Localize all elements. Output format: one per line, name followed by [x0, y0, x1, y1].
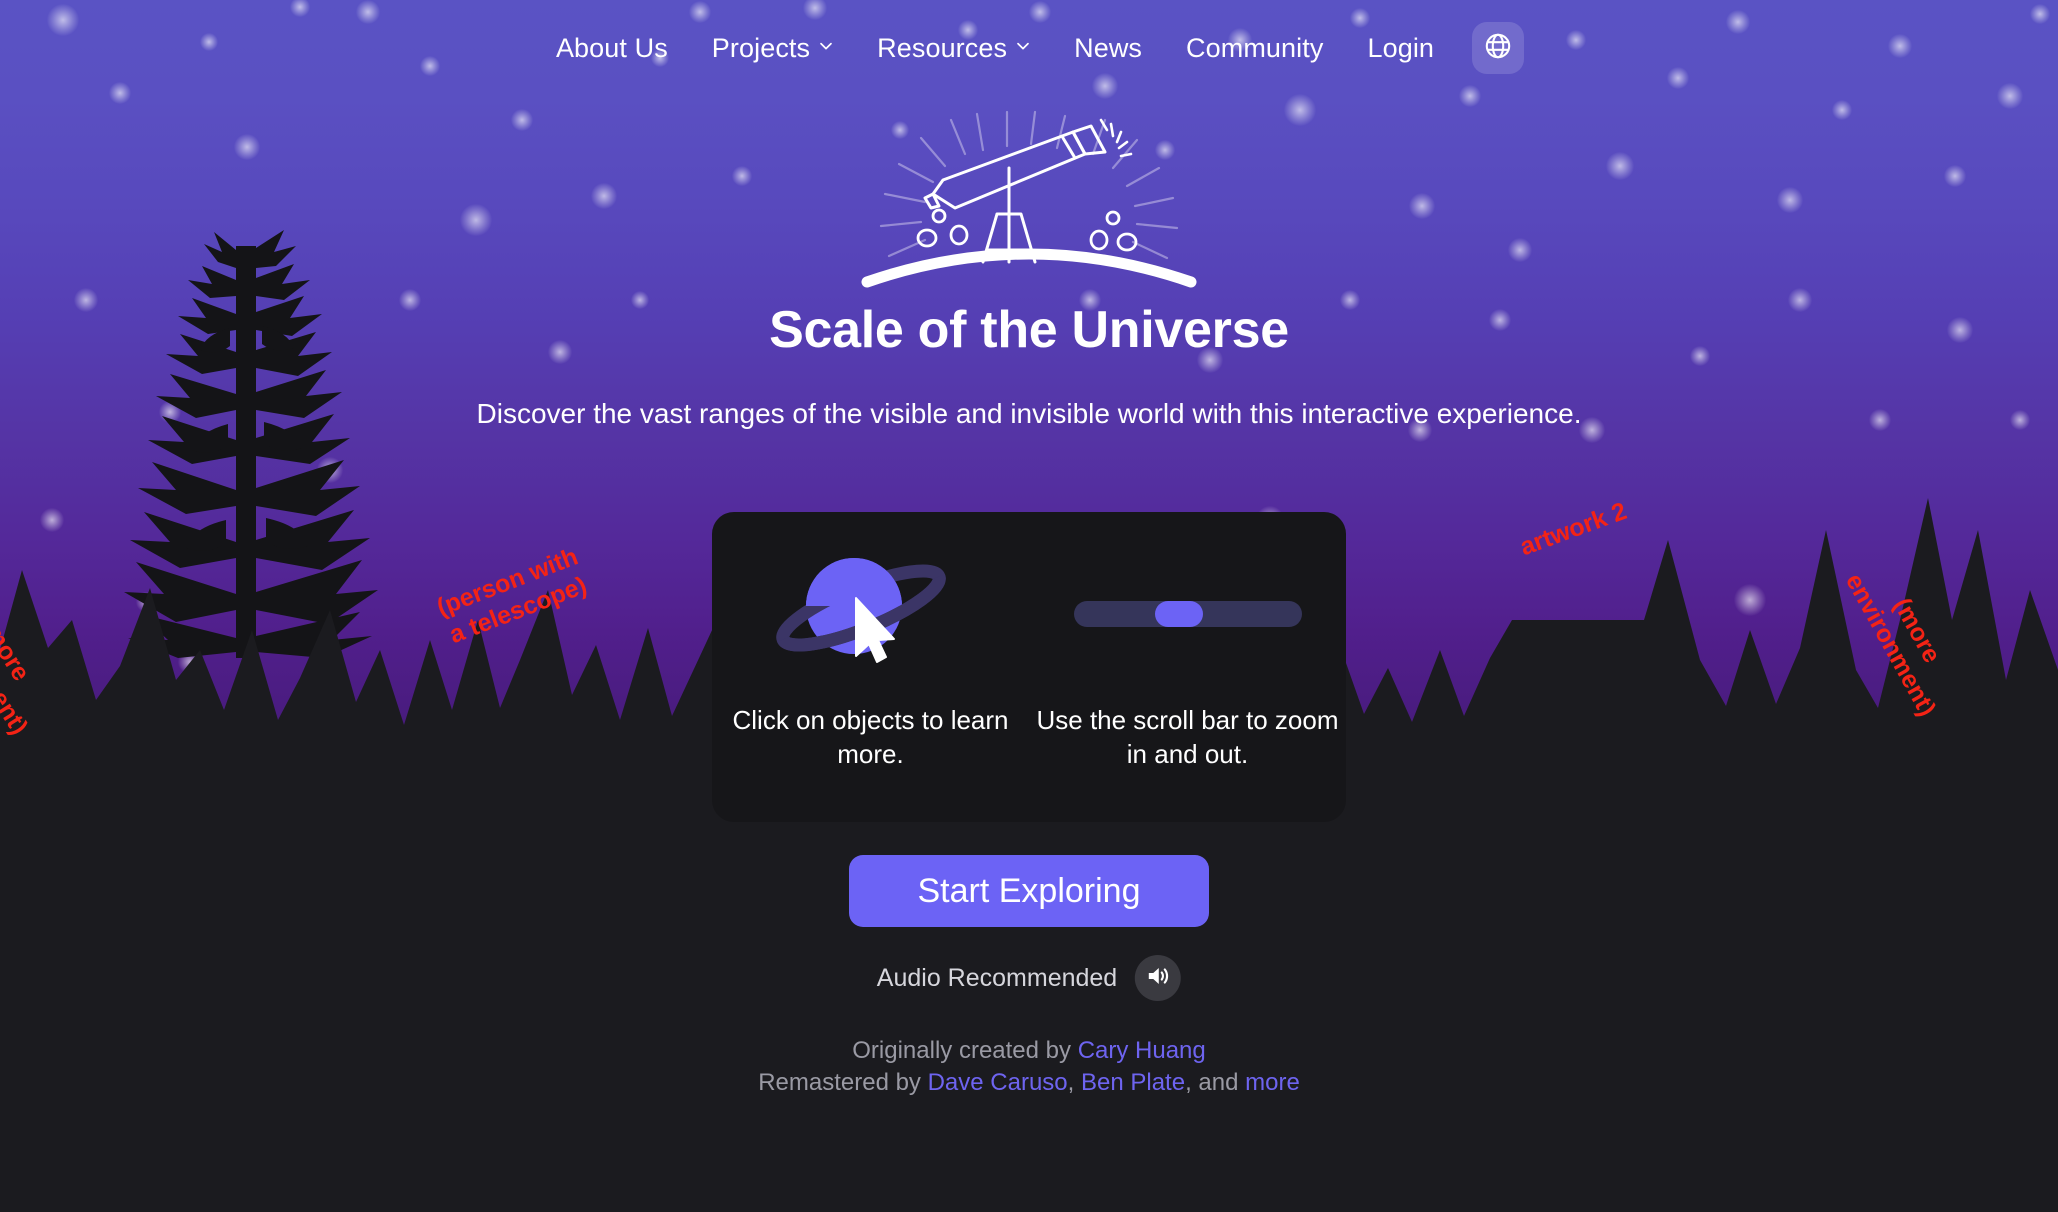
instructions-card: Click on objects to learn more. Use the …	[712, 512, 1346, 822]
chevron-down-icon	[819, 39, 833, 53]
credit-link-dave-caruso[interactable]: Dave Caruso	[928, 1069, 1068, 1096]
nav-label: Login	[1367, 32, 1435, 63]
instruction-click-objects: Click on objects to learn more.	[712, 512, 1029, 822]
instruction-label-click: Click on objects to learn more.	[732, 705, 1009, 769]
credit-link-cary-huang[interactable]: Cary Huang	[1078, 1037, 1206, 1064]
nav-label: Projects	[711, 32, 811, 63]
main-navigation: About Us Projects Resources News Communi…	[0, 0, 2058, 96]
credits-sep-1: ,	[1067, 1069, 1081, 1096]
instruction-label-scroll: Use the scroll bar to zoom in and out.	[1036, 705, 1339, 769]
credits-line-2: Remastered by Dave Caruso, Ben Plate, an…	[0, 1067, 2058, 1099]
nav-item-resources[interactable]: Resources	[855, 33, 1052, 64]
page-root: About Us Projects Resources News Communi…	[0, 0, 2058, 1212]
credits: Originally created by Cary Huang Remaste…	[0, 1035, 2058, 1099]
credit-link-ben-plate[interactable]: Ben Plate	[1081, 1069, 1185, 1096]
credits-line-1: Originally created by Cary Huang	[0, 1035, 2058, 1067]
nav-label: About Us	[555, 32, 668, 63]
nav-item-about-us[interactable]: About Us	[534, 33, 690, 64]
audio-recommended-label: Audio Recommended	[876, 963, 1118, 992]
start-exploring-button[interactable]: Start Exploring	[849, 855, 1209, 927]
nav-item-community[interactable]: Community	[1164, 33, 1345, 64]
nav-item-login[interactable]: Login	[1345, 33, 1456, 64]
globe-icon	[1483, 31, 1513, 66]
page-title: Scale of the Universe	[769, 301, 1289, 359]
ringed-planet-icon	[775, 546, 966, 681]
credits-sep-2: , and	[1185, 1069, 1246, 1096]
credits-prefix-1: Originally created by	[852, 1037, 1078, 1064]
zoom-scrollbar-track[interactable]	[1073, 600, 1302, 627]
nav-label: Resources	[877, 32, 1008, 63]
instruction-scroll-zoom: Use the scroll bar to zoom in and out.	[1029, 512, 1346, 822]
telescope-on-hill-icon	[859, 110, 1199, 292]
page-subtitle: Discover the vast ranges of the visible …	[476, 398, 1582, 429]
nav-label: News	[1074, 32, 1143, 63]
audio-toggle-button[interactable]	[1135, 955, 1182, 1001]
nav-label: Community	[1186, 32, 1324, 63]
zoom-scrollbar-thumb[interactable]	[1154, 600, 1203, 627]
nav-item-projects[interactable]: Projects	[690, 33, 855, 64]
credits-prefix-2: Remastered by	[758, 1069, 928, 1096]
speaker-on-icon	[1145, 963, 1171, 994]
chevron-down-icon	[1016, 39, 1030, 53]
nav-item-news[interactable]: News	[1052, 33, 1164, 64]
language-selector-button[interactable]	[1472, 22, 1525, 74]
credit-link-more[interactable]: more	[1245, 1069, 1300, 1096]
audio-recommendation-row: Audio Recommended	[876, 955, 1182, 1001]
